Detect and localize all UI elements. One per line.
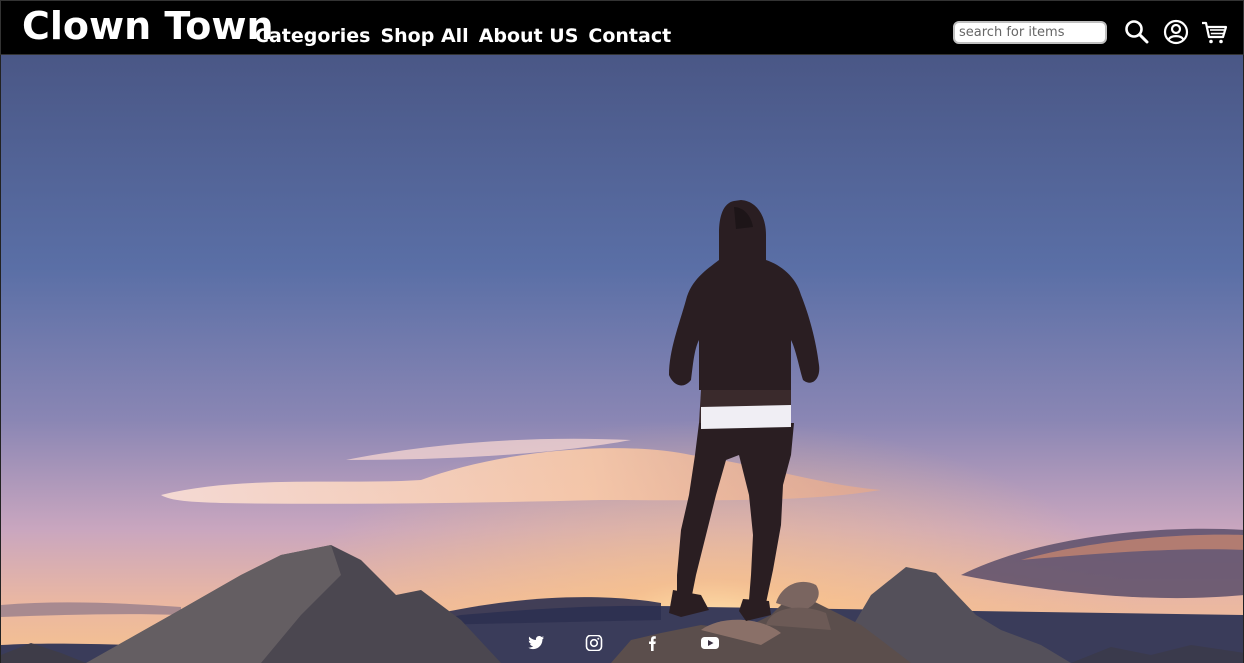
facebook-icon[interactable] (643, 633, 701, 653)
cart-icon[interactable] (1200, 18, 1228, 46)
youtube-icon[interactable] (701, 633, 759, 653)
instagram-icon[interactable] (585, 633, 643, 653)
nav-about-us[interactable]: About US (479, 25, 579, 47)
search-icon[interactable] (1123, 18, 1151, 46)
site-logo[interactable]: Clown Town (22, 4, 274, 48)
nav-shop-all[interactable]: Shop All (380, 25, 468, 47)
nav-contact[interactable]: Contact (588, 25, 671, 47)
account-icon[interactable] (1162, 18, 1190, 46)
top-navbar: Clown Town Categories Shop All About US … (0, 0, 1244, 55)
hero-banner (0, 55, 1244, 663)
nav-categories[interactable]: Categories (255, 25, 370, 47)
twitter-icon[interactable] (527, 633, 585, 653)
social-links (527, 633, 759, 653)
hero-image (1, 55, 1243, 663)
main-nav: Categories Shop All About US Contact (255, 25, 671, 47)
search-input[interactable] (953, 21, 1107, 44)
